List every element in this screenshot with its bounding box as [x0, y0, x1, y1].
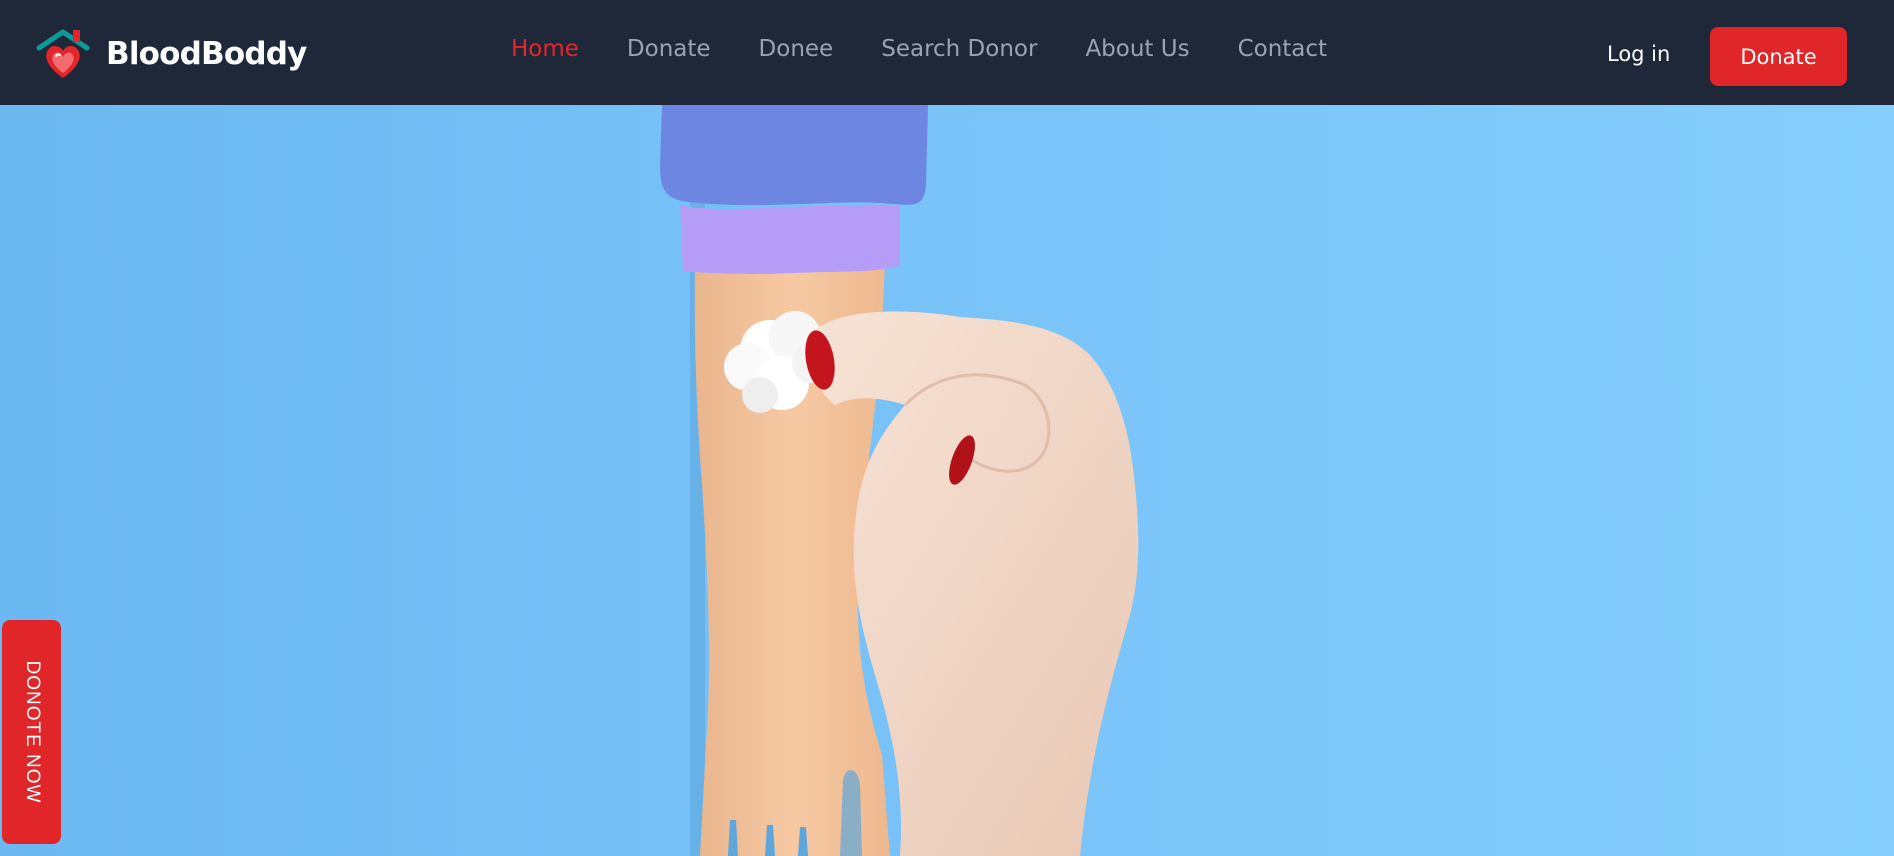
nav-contact[interactable]: Contact	[1238, 38, 1327, 61]
donate-now-side-button[interactable]: DONOTE NOW	[2, 620, 61, 844]
brand-name: BloodBoddy	[106, 36, 307, 72]
nav-donate[interactable]: Donate	[627, 38, 711, 61]
arm-cotton-swab-illustration	[0, 105, 1894, 856]
login-link[interactable]: Log in	[1607, 44, 1670, 65]
donate-now-label: DONOTE NOW	[21, 660, 43, 804]
hero-section: DONOTE NOW	[0, 105, 1894, 856]
main-nav: Home Donate Donee Search Donor About Us …	[511, 38, 1375, 61]
nav-search-donor[interactable]: Search Donor	[881, 38, 1037, 61]
nav-home[interactable]: Home	[511, 38, 579, 61]
nav-about-us[interactable]: About Us	[1085, 38, 1189, 61]
brand-home-link[interactable]: BloodBoddy	[36, 28, 307, 80]
donate-button[interactable]: Donate	[1710, 27, 1847, 86]
top-navbar: BloodBoddy Home Donate Donee Search Dono…	[0, 0, 1894, 105]
nav-donee[interactable]: Donee	[759, 38, 834, 61]
heart-house-icon	[36, 29, 90, 78]
page: BloodBoddy Home Donate Donee Search Dono…	[0, 0, 1894, 856]
